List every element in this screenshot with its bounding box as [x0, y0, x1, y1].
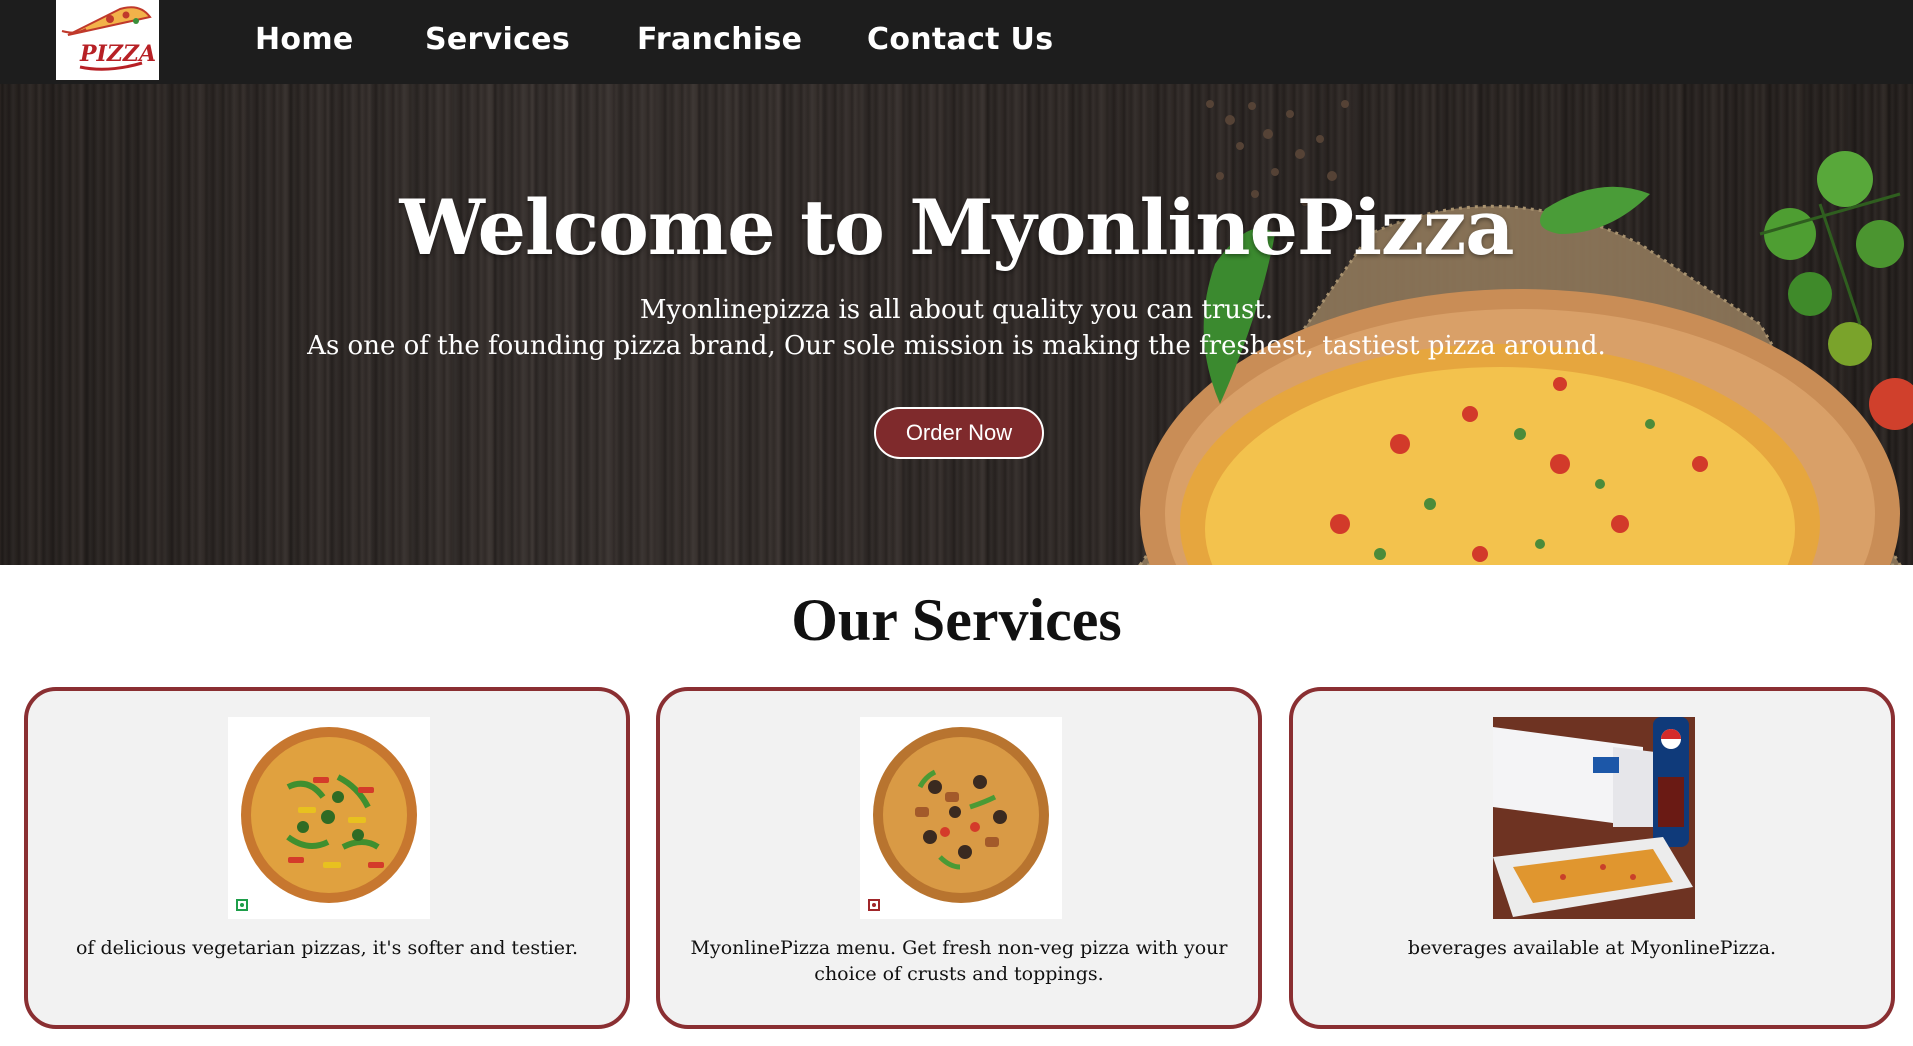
veg-pizza-icon [241, 727, 417, 903]
pizza-logo[interactable]: PIZZA [56, 0, 159, 80]
hero-banner: Welcome to MyonlinePizza Myonlinepizza i… [0, 84, 1913, 565]
non-veg-pizza-icon [873, 727, 1049, 903]
hero-subtitle-line-1: Myonlinepizza is all about quality you c… [639, 295, 1274, 325]
pizza-logo-icon: PIZZA [61, 6, 156, 71]
veg-symbol-icon [236, 899, 248, 911]
logo-wordmark: PIZZA [79, 41, 156, 67]
nav-franchise[interactable]: Franchise [637, 18, 802, 62]
nav-services[interactable]: Services [425, 18, 570, 62]
service-card-text: MyonlinePizza menu. Get fresh non-veg pi… [690, 937, 1228, 985]
veg-pizza-image [228, 717, 430, 919]
services-title: Our Services [791, 587, 1122, 653]
non-veg-symbol-icon [868, 899, 880, 911]
nav-home[interactable]: Home [255, 18, 354, 62]
navbar: PIZZA Home Services Franchise Contact Us [0, 0, 1913, 84]
service-card-veg[interactable]: of delicious vegetarian pizzas, it's sof… [24, 687, 630, 1029]
service-card-nonveg[interactable]: MyonlinePizza menu. Get fresh non-veg pi… [656, 687, 1262, 1029]
hero-title: Welcome to MyonlinePizza [399, 183, 1515, 272]
nav-contact-us[interactable]: Contact Us [867, 18, 1053, 62]
non-veg-pizza-image [860, 717, 1062, 919]
hero-subtitle-line-2: As one of the founding pizza brand, Our … [307, 331, 1606, 361]
service-card-text: beverages available at MyonlinePizza. [1407, 937, 1777, 959]
sides-beverages-icon [1493, 717, 1695, 919]
service-card-sides[interactable]: beverages available at MyonlinePizza. [1289, 687, 1895, 1029]
service-card-text: of delicious vegetarian pizzas, it's sof… [75, 937, 579, 959]
sides-beverages-image [1493, 717, 1695, 919]
order-now-button[interactable]: Order Now [874, 407, 1044, 459]
